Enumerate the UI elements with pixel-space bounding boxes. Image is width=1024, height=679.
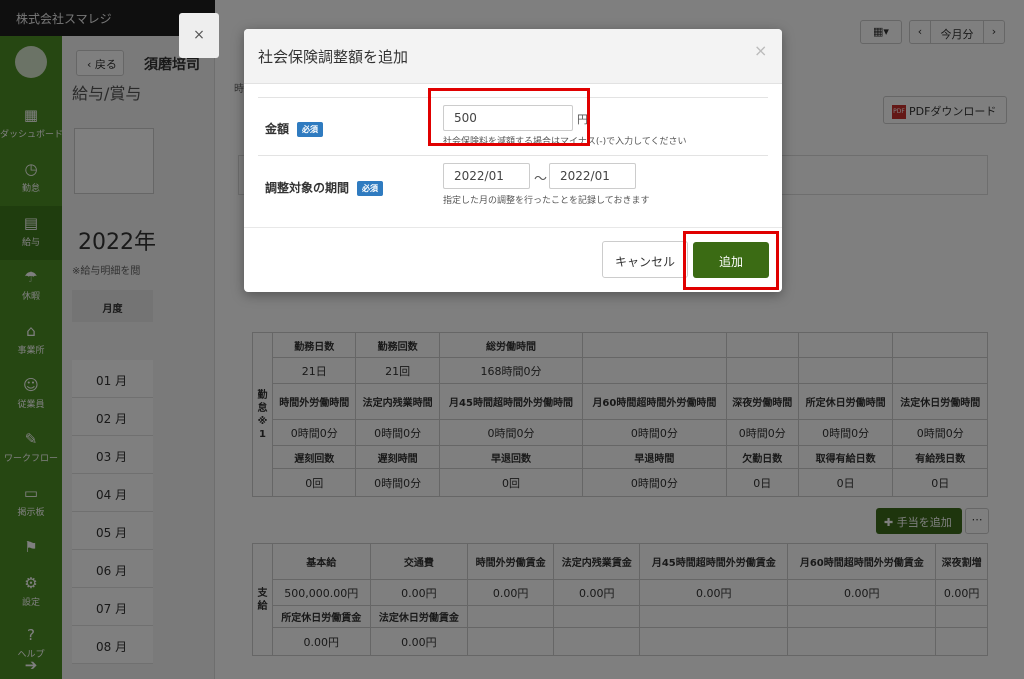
divider xyxy=(258,155,768,156)
period-hint: 指定した月の調整を行ったことを記録しておきます xyxy=(443,196,650,206)
required-badge: 必須 xyxy=(297,122,324,137)
dialog-title: 社会保険調整額を追加 xyxy=(258,48,409,66)
period-to-input[interactable]: 2022/01 xyxy=(549,163,636,189)
cancel-button[interactable]: キャンセル xyxy=(602,241,688,278)
period-label-text: 調整対象の期間 xyxy=(265,181,350,195)
dialog-header: 社会保険調整額を追加 × xyxy=(244,29,782,84)
period-label: 調整対象の期間 必須 xyxy=(265,179,384,196)
close-icon[interactable]: × xyxy=(754,41,767,60)
amount-label-text: 金額 xyxy=(265,122,290,136)
background-close-button[interactable]: × xyxy=(179,13,219,58)
period-separator: 〜 xyxy=(534,172,548,187)
highlight-add-button xyxy=(683,231,779,290)
highlight-amount xyxy=(428,88,590,146)
amount-label: 金額 必須 xyxy=(265,120,324,137)
period-from-input[interactable]: 2022/01 xyxy=(443,163,530,189)
required-badge: 必須 xyxy=(357,181,384,196)
dialog-footer-divider xyxy=(244,227,782,228)
